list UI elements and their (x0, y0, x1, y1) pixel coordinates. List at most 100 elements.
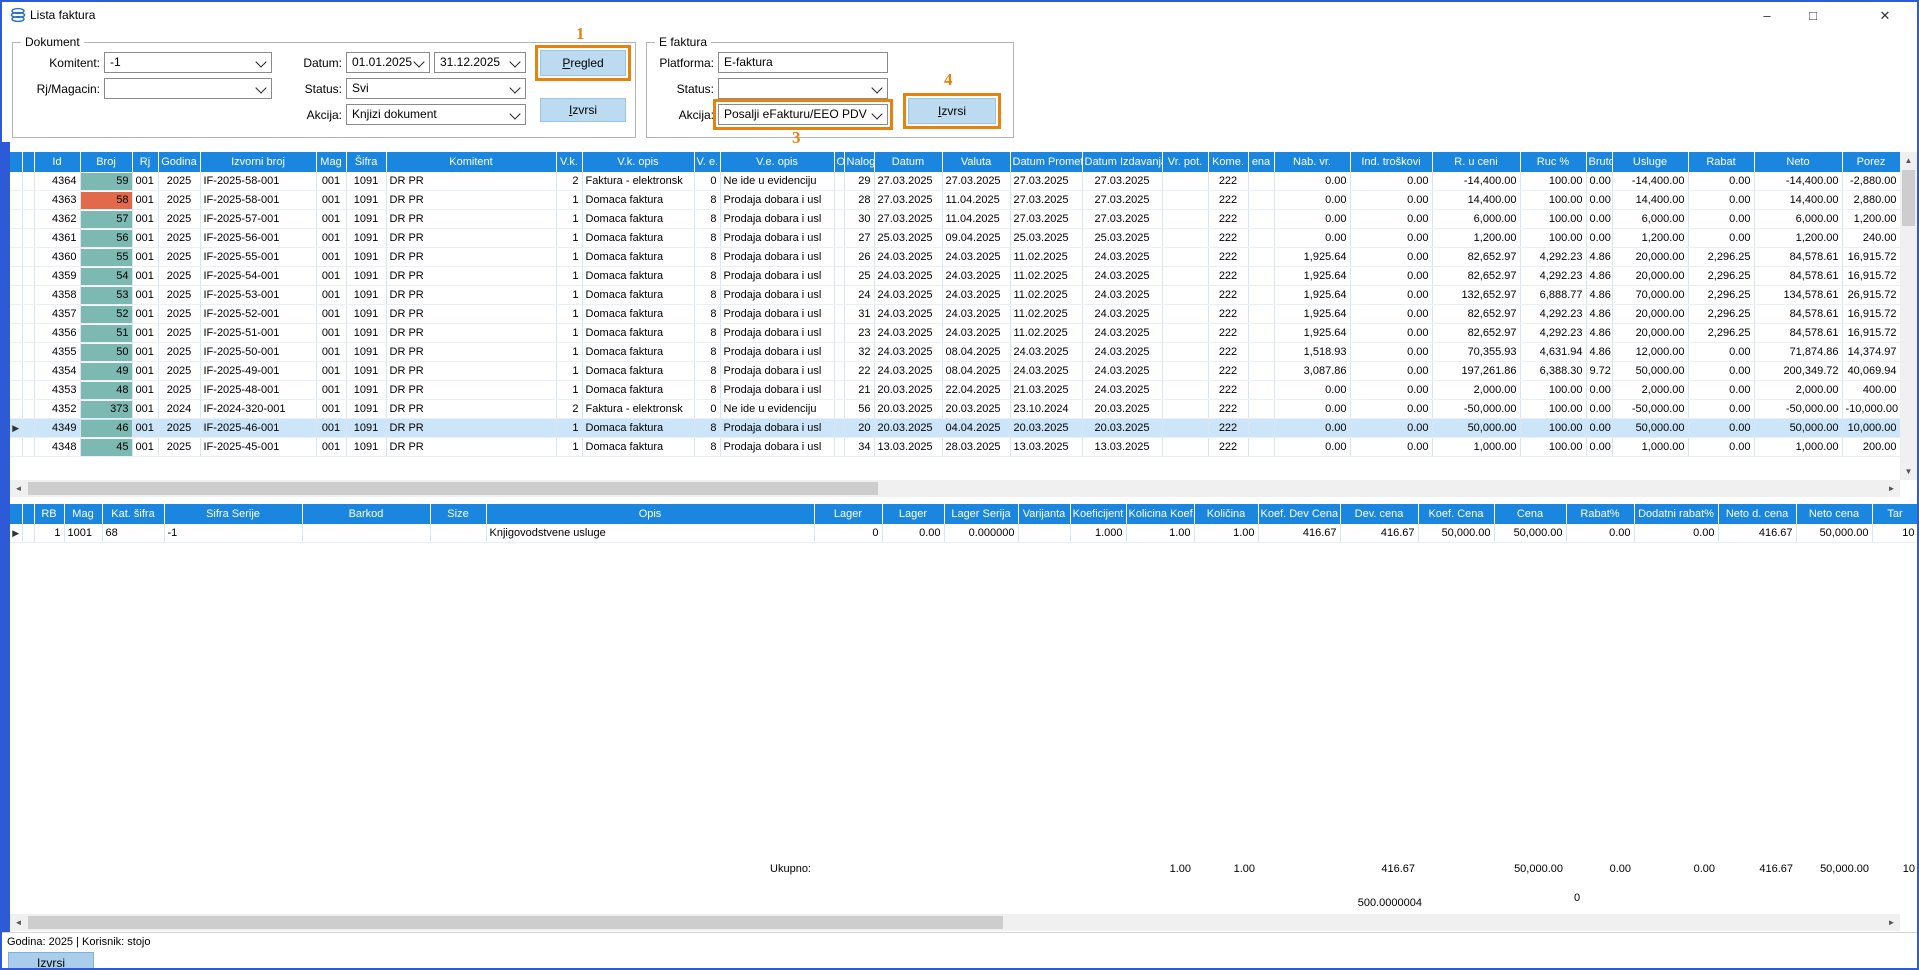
table-row[interactable]: ▶4349460012025IF-2025-46-0010011091DR PR… (10, 419, 1900, 438)
horizontal-scrollbar-bottom[interactable]: ◄ ► (10, 914, 1900, 931)
table-row[interactable]: 4357520012025IF-2025-52-0010011091DR PR1… (10, 305, 1900, 324)
vertical-scrollbar[interactable]: ▲ ▼ (1900, 152, 1917, 480)
column-header[interactable]: Dev. cena (1340, 504, 1418, 524)
table-row[interactable]: 4362570012025IF-2025-57-0010011091DR PR1… (10, 210, 1900, 229)
column-header[interactable]: Porez (1842, 152, 1900, 172)
rj-magacin-select[interactable] (104, 78, 272, 99)
column-header[interactable]: Lager (882, 504, 944, 524)
column-header[interactable] (10, 504, 22, 524)
column-header[interactable]: RB (34, 504, 64, 524)
table-row[interactable]: 4348450012025IF-2025-45-0010011091DR PR1… (10, 438, 1900, 457)
column-header[interactable]: Izvorni broj (200, 152, 316, 172)
column-header[interactable]: Barkod (302, 504, 430, 524)
datum-from-select[interactable]: 01.01.2025 (346, 52, 430, 73)
column-header[interactable]: Rj (132, 152, 158, 172)
column-header[interactable]: Lager (814, 504, 882, 524)
cell: 0.00 (1688, 362, 1754, 381)
column-header[interactable]: Lager Serija (944, 504, 1018, 524)
column-header[interactable] (22, 152, 34, 172)
izvrsi-button[interactable]: Izvrsi (540, 98, 626, 122)
column-header[interactable]: Neto (1754, 152, 1842, 172)
komitent-select[interactable]: -1 (104, 52, 272, 73)
scroll-left-icon[interactable]: ◄ (10, 480, 27, 497)
minimize-icon[interactable]: – (1744, 2, 1790, 29)
column-header[interactable]: V.e. opis (720, 152, 834, 172)
akcija-select[interactable]: Knjizi dokument (346, 104, 526, 125)
column-header[interactable]: ena (1248, 152, 1274, 172)
column-header[interactable]: Kat. šifra (102, 504, 164, 524)
column-header[interactable]: Nalog (844, 152, 874, 172)
column-header[interactable] (10, 152, 22, 172)
column-header[interactable]: Koef. Cena (1418, 504, 1494, 524)
efaktura-status-select[interactable] (718, 78, 888, 99)
column-header[interactable]: Neto cena (1796, 504, 1872, 524)
table-row[interactable]: 43523730012024IF-2024-320-0010011091DR P… (10, 400, 1900, 419)
column-header[interactable]: Dodatni rabat% (1634, 504, 1718, 524)
datum-to-select[interactable]: 31.12.2025 (434, 52, 526, 73)
statusbar-izvrsi-button[interactable]: Izvrsi (8, 952, 94, 970)
column-header[interactable]: Neto d. cena (1718, 504, 1796, 524)
table-row[interactable]: 4356510012025IF-2025-51-0010011091DR PR1… (10, 324, 1900, 343)
column-header[interactable]: Vr. pot. (1162, 152, 1208, 172)
column-header[interactable]: Ruc % (1520, 152, 1586, 172)
table-row[interactable]: 4364590012025IF-2025-58-0010011091DR PR2… (10, 172, 1900, 191)
scroll-left-icon[interactable]: ◄ (10, 914, 27, 931)
column-header[interactable]: Broj (80, 152, 132, 172)
column-header[interactable]: Id (34, 152, 80, 172)
table-row[interactable]: 4354490012025IF-2025-49-0010011091DR PR1… (10, 362, 1900, 381)
column-header[interactable]: Nab. vr. (1274, 152, 1350, 172)
column-header[interactable]: Datum Izdavanja (1082, 152, 1162, 172)
scrollbar-thumb[interactable] (1902, 170, 1915, 226)
column-header[interactable]: Komitent (386, 152, 556, 172)
scrollbar-thumb[interactable] (28, 482, 878, 495)
column-header[interactable]: Godina (158, 152, 200, 172)
scrollbar-thumb[interactable] (28, 916, 1003, 929)
scroll-up-icon[interactable]: ▲ (1900, 152, 1917, 169)
scroll-right-icon[interactable]: ► (1883, 480, 1900, 497)
table-row[interactable]: Ukupno:1.001.00416.6750,000.000.000.0041… (10, 860, 1918, 878)
scroll-down-icon[interactable]: ▼ (1900, 463, 1917, 480)
table-row[interactable]: 4363580012025IF-2025-58-0010011091DR PR1… (10, 191, 1900, 210)
column-header[interactable]: Bruto (1586, 152, 1612, 172)
maximize-icon[interactable]: □ (1790, 2, 1836, 29)
close-icon[interactable]: ✕ (1862, 2, 1908, 29)
column-header[interactable] (22, 504, 34, 524)
column-header[interactable]: R. u ceni (1432, 152, 1520, 172)
column-header[interactable]: Kome. (1208, 152, 1248, 172)
column-header[interactable]: Datum (874, 152, 942, 172)
column-header[interactable]: O (834, 152, 844, 172)
table-row[interactable]: 4360550012025IF-2025-55-0010011091DR PR1… (10, 248, 1900, 267)
table-row[interactable]: 4353480012025IF-2025-48-0010011091DR PR1… (10, 381, 1900, 400)
column-header[interactable]: Rabat% (1566, 504, 1634, 524)
column-header[interactable]: Mag (316, 152, 346, 172)
table-row[interactable]: ▶1100168-1Knjigovodstvene usluge00.000.0… (10, 524, 1918, 543)
platforma-field[interactable]: E-faktura (718, 52, 888, 73)
column-header[interactable]: Tar (1872, 504, 1918, 524)
table-row[interactable]: 4358530012025IF-2025-53-0010011091DR PR1… (10, 286, 1900, 305)
column-header[interactable]: V. e. (694, 152, 720, 172)
column-header[interactable]: Size (430, 504, 486, 524)
column-header[interactable]: Valuta (942, 152, 1010, 172)
column-header[interactable]: Kolicina Koef. (1126, 504, 1194, 524)
column-header[interactable]: Cena (1494, 504, 1566, 524)
column-header[interactable]: Sifra Serije (164, 504, 302, 524)
column-header[interactable]: Količina (1194, 504, 1258, 524)
column-header[interactable]: Mag (64, 504, 102, 524)
scroll-right-icon[interactable]: ► (1883, 914, 1900, 931)
status-select[interactable]: Svi (346, 78, 526, 99)
table-row[interactable]: 4361560012025IF-2025-56-0010011091DR PR1… (10, 229, 1900, 248)
column-header[interactable]: Datum Prometa (1010, 152, 1082, 172)
column-header[interactable]: V.k. (556, 152, 582, 172)
column-header[interactable]: Varijanta (1018, 504, 1070, 524)
table-row[interactable]: 4359540012025IF-2025-54-0010011091DR PR1… (10, 267, 1900, 286)
column-header[interactable]: Koeficijent (1070, 504, 1126, 524)
column-header[interactable]: V.k. opis (582, 152, 694, 172)
horizontal-scrollbar-top[interactable]: ◄ ► (10, 480, 1900, 497)
column-header[interactable]: Opis (486, 504, 814, 524)
column-header[interactable]: Koef. Dev Cena (1258, 504, 1340, 524)
column-header[interactable]: Usluge (1612, 152, 1688, 172)
column-header[interactable]: Rabat (1688, 152, 1754, 172)
column-header[interactable]: Ind. troškovi (1350, 152, 1432, 172)
column-header[interactable]: Šifra (346, 152, 386, 172)
table-row[interactable]: 4355500012025IF-2025-50-0010011091DR PR1… (10, 343, 1900, 362)
